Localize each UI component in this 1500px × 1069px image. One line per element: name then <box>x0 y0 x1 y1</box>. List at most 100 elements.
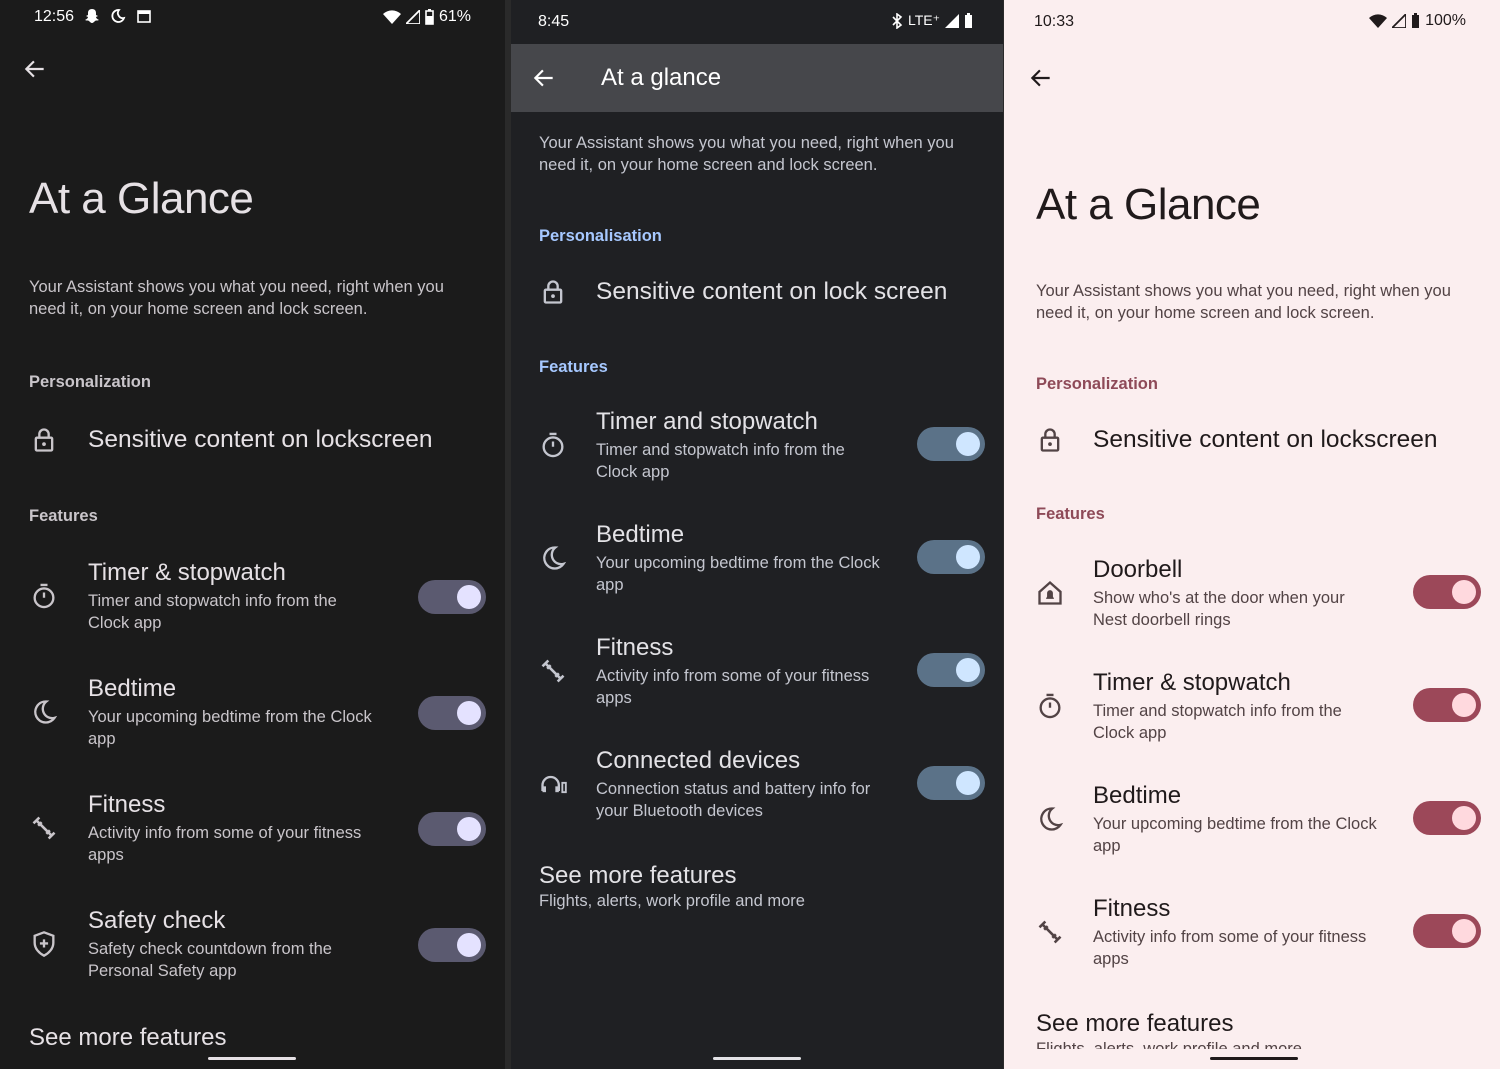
fitness-toggle[interactable] <box>1413 914 1481 948</box>
section-heading-features: Features <box>29 507 98 525</box>
bluetooth-icon <box>892 12 903 29</box>
feature-row-doorbell[interactable]: Doorbell Show who's at the door when you… <box>1004 553 1500 643</box>
wifi-icon <box>1369 14 1388 28</box>
fitness-icon <box>1035 917 1065 947</box>
section-heading-personalisation: Personalisation <box>539 227 662 245</box>
see-more-subtitle: Flights, alerts, work profile and more <box>539 892 805 910</box>
fitness-toggle[interactable] <box>917 653 985 687</box>
see-more-features-row[interactable]: See more features Flights, alerts, work … <box>511 858 1003 918</box>
bedtime-toggle[interactable] <box>1413 801 1481 835</box>
feature-subtitle: Timer and stopwatch info from the Clock a… <box>88 592 337 632</box>
section-heading-features: Features <box>539 358 608 376</box>
back-button[interactable] <box>1028 65 1054 96</box>
feature-title: Safety check <box>88 907 226 934</box>
feature-title: Bedtime <box>88 675 177 702</box>
back-button[interactable] <box>531 65 557 96</box>
page-description: Your Assistant shows you what you need, … <box>1036 280 1496 324</box>
feature-row-bedtime[interactable]: Bedtime Your upcoming bedtime from the C… <box>511 518 1003 608</box>
page-title: At a Glance <box>1036 180 1261 229</box>
toggle-knob <box>956 545 980 569</box>
feature-row-connected-devices[interactable]: Connected devices Connection status and … <box>511 744 1003 834</box>
sensitive-content-row[interactable]: Sensitive content on lockscreen <box>0 415 505 467</box>
feature-row-timer[interactable]: Timer and stopwatch Timer and stopwatch … <box>511 405 1003 495</box>
feature-title: Timer & stopwatch <box>1093 669 1291 696</box>
feature-title: Bedtime <box>1093 782 1182 809</box>
status-time: 12:56 <box>34 8 75 25</box>
status-time: 10:33 <box>1034 13 1075 30</box>
feature-row-fitness[interactable]: Fitness Activity info from some of your … <box>0 788 505 878</box>
feature-row-timer[interactable]: Timer & stopwatch Timer and stopwatch in… <box>0 556 505 646</box>
bedtime-toggle[interactable] <box>418 696 486 730</box>
description-line: need it, on your home screen and lock sc… <box>1036 304 1375 322</box>
toggle-knob <box>956 771 980 795</box>
feature-subtitle: Activity info from some of your fitness a… <box>596 667 870 707</box>
feature-subtitle: Your upcoming bedtime from the Clock app <box>88 708 372 748</box>
feature-row-fitness[interactable]: Fitness Activity info from some of your … <box>511 631 1003 721</box>
feature-title: Fitness <box>1093 895 1171 922</box>
doorbell-toggle[interactable] <box>1413 575 1481 609</box>
description-line: Your Assistant shows you what you need, … <box>29 278 444 296</box>
sensitive-content-label: Sensitive content on lockscreen <box>1093 426 1438 453</box>
feature-row-safety-check[interactable]: Safety check Safety check countdown from… <box>0 904 505 994</box>
see-more-subtitle: Flights, alerts, work profile and more <box>1036 1040 1302 1049</box>
see-more-title: See more features <box>1036 1010 1234 1037</box>
connected-devices-toggle[interactable] <box>917 766 985 800</box>
battery-icon <box>1412 13 1420 28</box>
feature-title: Doorbell <box>1093 556 1183 583</box>
feature-title: Fitness <box>88 791 166 818</box>
gesture-handle[interactable] <box>1210 1057 1298 1060</box>
feature-subtitle: Activity info from some of your fitness a… <box>1093 928 1367 968</box>
signal-icon <box>1392 14 1407 28</box>
timer-icon <box>1035 691 1065 721</box>
see-more-features-row[interactable]: See more features Flights, alerts, work … <box>1004 1006 1500 1049</box>
sensitive-content-row[interactable]: Sensitive content on lock screen <box>511 267 1003 319</box>
feature-title: Timer and stopwatch <box>596 408 818 435</box>
timer-toggle[interactable] <box>418 580 486 614</box>
feature-subtitle: Timer and stopwatch info from the Clock a… <box>596 441 845 481</box>
bedtime-toggle[interactable] <box>917 540 985 574</box>
feature-subtitle: Your upcoming bedtime from the Clock app <box>1093 815 1377 855</box>
moon-icon <box>29 697 59 727</box>
toggle-knob <box>457 701 481 725</box>
status-indicators: LTE⁺ <box>891 12 973 29</box>
timer-toggle[interactable] <box>917 427 985 461</box>
section-heading-personalization: Personalization <box>1036 375 1158 393</box>
screen-3: 10:33 100% At a Glance Your Assistant sh… <box>1004 0 1500 1069</box>
feature-title: Bedtime <box>596 521 685 548</box>
battery-icon <box>425 9 434 25</box>
status-indicators: 61% <box>382 8 471 26</box>
arrow-back-icon <box>1030 69 1050 87</box>
moon-icon <box>538 543 568 573</box>
description-line: need it, on your home screen and lock sc… <box>29 300 368 318</box>
screen-2: 8:45 LTE⁺ At a glance Your Assistant sho… <box>511 0 1003 1069</box>
status-time: 8:45 <box>538 13 570 30</box>
gesture-handle[interactable] <box>208 1057 296 1060</box>
snapchat-icon <box>85 9 99 23</box>
safety-check-toggle[interactable] <box>418 928 486 962</box>
timer-toggle[interactable] <box>1413 688 1481 722</box>
lock-icon <box>1035 425 1065 455</box>
toggle-knob <box>1452 806 1476 830</box>
description-line: Your Assistant shows you what you need, … <box>539 134 954 152</box>
see-more-title: See more features <box>539 862 737 889</box>
sensitive-content-row[interactable]: Sensitive content on lockscreen <box>1004 415 1500 467</box>
notification-icons <box>84 8 152 24</box>
doorbell-icon <box>1035 578 1065 608</box>
see-more-features-link[interactable]: See more features <box>29 1024 226 1052</box>
feature-row-bedtime[interactable]: Bedtime Your upcoming bedtime from the C… <box>0 672 505 762</box>
shield-icon <box>29 929 59 959</box>
arrow-back-icon <box>533 69 553 87</box>
toggle-knob <box>457 933 481 957</box>
section-heading-personalization: Personalization <box>29 373 151 391</box>
app-bar-title: At a glance <box>601 64 722 91</box>
lock-icon <box>29 425 59 455</box>
feature-subtitle: Timer and stopwatch info from the Clock a… <box>1093 702 1342 742</box>
feature-row-bedtime[interactable]: Bedtime Your upcoming bedtime from the C… <box>1004 779 1500 869</box>
page-description: Your Assistant shows you what you need, … <box>29 276 499 320</box>
toggle-knob <box>457 817 481 841</box>
fitness-toggle[interactable] <box>418 812 486 846</box>
back-button[interactable] <box>22 56 48 87</box>
feature-row-timer[interactable]: Timer & stopwatch Timer and stopwatch in… <box>1004 666 1500 756</box>
feature-row-fitness[interactable]: Fitness Activity info from some of your … <box>1004 892 1500 982</box>
gesture-handle[interactable] <box>713 1057 801 1060</box>
